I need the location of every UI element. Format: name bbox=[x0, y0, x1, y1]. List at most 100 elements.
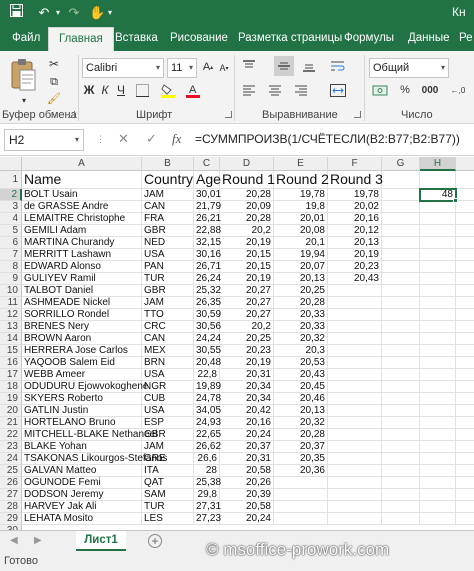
touch-mode-icon[interactable]: ✋ bbox=[89, 4, 105, 22]
copy-icon[interactable]: ⧉ bbox=[46, 75, 62, 89]
table-cell[interactable] bbox=[420, 357, 456, 369]
table-cell[interactable]: 20,28 bbox=[220, 189, 274, 201]
table-cell[interactable]: de GRASSE Andre bbox=[22, 201, 142, 213]
column-header-g[interactable]: G bbox=[382, 157, 420, 171]
table-cell[interactable]: 26,71 bbox=[194, 261, 221, 273]
column-title-cell[interactable]: Round 1 bbox=[220, 171, 275, 189]
table-cell[interactable]: 20,58 bbox=[220, 465, 274, 477]
table-cell[interactable] bbox=[420, 309, 456, 321]
table-cell[interactable]: 30,01 bbox=[194, 189, 221, 201]
enter-icon[interactable]: ✓ bbox=[146, 131, 157, 147]
table-cell[interactable]: 19,78 bbox=[328, 189, 382, 201]
paste-dropdown-icon[interactable]: ▾ bbox=[12, 95, 36, 105]
merge-center-icon[interactable] bbox=[328, 82, 348, 98]
table-cell[interactable] bbox=[382, 429, 420, 441]
name-box[interactable]: H2 ▾ bbox=[4, 129, 84, 151]
table-cell[interactable]: JAM bbox=[142, 441, 194, 453]
bold-button[interactable]: Ж bbox=[82, 82, 96, 98]
row-header[interactable]: 17 bbox=[0, 369, 22, 381]
table-cell[interactable]: 30,16 bbox=[194, 249, 221, 261]
row-header[interactable]: 4 bbox=[0, 213, 22, 225]
table-cell[interactable]: SKYERS Roberto bbox=[22, 393, 142, 405]
table-cell[interactable]: 30,59 bbox=[194, 309, 221, 321]
table-cell[interactable]: 20,19 bbox=[220, 237, 274, 249]
column-title-cell[interactable] bbox=[382, 171, 420, 189]
table-cell[interactable] bbox=[456, 201, 474, 213]
column-title-cell[interactable] bbox=[420, 171, 456, 189]
table-cell[interactable]: 20,3 bbox=[274, 345, 328, 357]
table-cell[interactable]: 20,23 bbox=[220, 345, 274, 357]
table-cell[interactable]: 20,28 bbox=[274, 297, 328, 309]
table-cell[interactable]: JAM bbox=[142, 189, 194, 201]
table-cell[interactable]: LEMAITRE Christophe bbox=[22, 213, 142, 225]
table-cell[interactable] bbox=[420, 417, 456, 429]
increase-decimal-icon[interactable]: ←,0 bbox=[446, 82, 470, 98]
tab-draw[interactable]: Рисование bbox=[170, 27, 228, 51]
table-cell[interactable] bbox=[328, 417, 382, 429]
row-header[interactable]: 3 bbox=[0, 201, 22, 213]
table-cell[interactable]: 20,31 bbox=[220, 453, 274, 465]
currency-format-icon[interactable] bbox=[369, 82, 393, 98]
table-cell[interactable] bbox=[420, 249, 456, 261]
table-cell[interactable]: 25,38 bbox=[194, 477, 221, 489]
table-cell[interactable]: 26,24 bbox=[194, 273, 221, 285]
table-cell[interactable] bbox=[420, 369, 456, 381]
fill-handle[interactable] bbox=[453, 198, 458, 203]
table-cell[interactable] bbox=[274, 477, 328, 489]
row-header[interactable]: 29 bbox=[0, 513, 22, 525]
table-cell[interactable] bbox=[456, 261, 474, 273]
row-header[interactable]: 5 bbox=[0, 225, 22, 237]
table-cell[interactable] bbox=[382, 357, 420, 369]
table-cell[interactable]: TUR bbox=[142, 501, 194, 513]
table-cell[interactable] bbox=[382, 465, 420, 477]
table-cell[interactable] bbox=[420, 297, 456, 309]
paste-button[interactable] bbox=[6, 55, 40, 95]
borders-icon[interactable] bbox=[132, 82, 152, 98]
table-cell[interactable]: ITA bbox=[142, 465, 194, 477]
column-header-h[interactable]: H bbox=[420, 157, 456, 171]
table-cell[interactable]: 24,78 bbox=[194, 393, 221, 405]
font-size-combo[interactable]: 11 ▾ bbox=[167, 58, 197, 78]
table-cell[interactable]: 20,19 bbox=[328, 249, 382, 261]
tab-insert[interactable]: Вставка bbox=[115, 27, 158, 51]
table-cell[interactable]: 20,33 bbox=[274, 309, 328, 321]
table-cell[interactable]: 20,27 bbox=[220, 309, 274, 321]
table-cell[interactable]: CUB bbox=[142, 393, 194, 405]
table-cell[interactable] bbox=[456, 381, 474, 393]
table-cell[interactable] bbox=[420, 213, 456, 225]
table-cell[interactable]: 20,15 bbox=[220, 249, 274, 261]
align-top-icon[interactable] bbox=[240, 58, 258, 74]
table-cell[interactable] bbox=[420, 465, 456, 477]
table-cell[interactable]: 20,53 bbox=[274, 357, 328, 369]
row-header[interactable]: 9 bbox=[0, 273, 22, 285]
table-cell[interactable] bbox=[420, 345, 456, 357]
table-cell[interactable]: 20,32 bbox=[274, 417, 328, 429]
table-cell[interactable] bbox=[382, 261, 420, 273]
table-cell[interactable]: 20,02 bbox=[328, 201, 382, 213]
table-cell[interactable] bbox=[328, 513, 382, 525]
column-header-e[interactable]: E bbox=[274, 157, 328, 171]
table-cell[interactable]: MARTINA Churandy bbox=[22, 237, 142, 249]
column-header-f[interactable]: F bbox=[328, 157, 382, 171]
table-cell[interactable] bbox=[382, 237, 420, 249]
table-cell[interactable]: CAN bbox=[142, 333, 194, 345]
row-header[interactable]: 12 bbox=[0, 309, 22, 321]
table-cell[interactable]: 20,43 bbox=[274, 369, 328, 381]
table-cell[interactable] bbox=[382, 201, 420, 213]
undo-icon[interactable]: ↶ bbox=[36, 4, 52, 22]
table-cell[interactable]: GALVAN Matteo bbox=[22, 465, 142, 477]
cut-icon[interactable]: ✂ bbox=[46, 57, 62, 71]
row-header[interactable]: 25 bbox=[0, 465, 22, 477]
table-cell[interactable]: MERRITT Lashawn bbox=[22, 249, 142, 261]
table-cell[interactable]: FRA bbox=[142, 213, 194, 225]
align-middle-icon[interactable] bbox=[274, 56, 294, 76]
column-header-c[interactable]: C bbox=[194, 157, 220, 171]
percent-format-icon[interactable]: % bbox=[397, 82, 413, 98]
table-cell[interactable]: 25,32 bbox=[194, 285, 221, 297]
table-cell[interactable] bbox=[456, 453, 474, 465]
table-cell[interactable]: 20,09 bbox=[220, 201, 274, 213]
table-cell[interactable]: 19,89 bbox=[194, 381, 221, 393]
table-cell[interactable]: 20,58 bbox=[220, 501, 274, 513]
tab-formulas[interactable]: Формулы bbox=[344, 27, 394, 51]
table-cell[interactable] bbox=[328, 501, 382, 513]
